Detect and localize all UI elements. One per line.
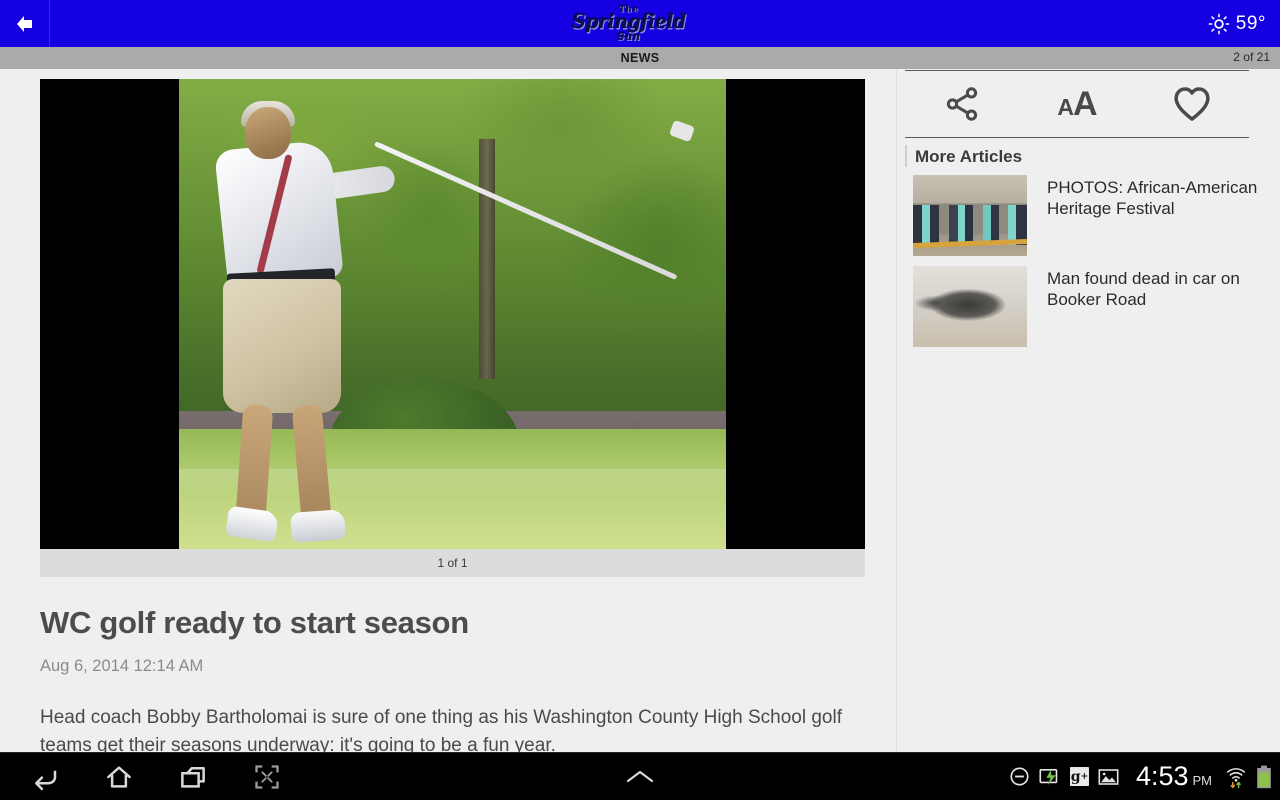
- sun-icon: [1208, 13, 1230, 34]
- favorite-button[interactable]: [1157, 79, 1227, 129]
- gplus-plus: +: [1080, 771, 1089, 782]
- heart-icon: [1174, 87, 1210, 121]
- nav-home-button[interactable]: [102, 760, 136, 794]
- photo-counter-label: 1 of 1: [437, 556, 468, 570]
- share-button[interactable]: [927, 79, 997, 129]
- text-size-icon: AA: [1057, 85, 1098, 123]
- clock: 4:53 PM: [1136, 761, 1212, 792]
- android-navbar: g + 4:53 PM: [0, 752, 1280, 800]
- home-icon: [107, 765, 131, 788]
- article-headline: WC golf ready to start season: [40, 605, 469, 640]
- nav-back-button[interactable]: [28, 760, 62, 794]
- chevron-up-icon: [626, 770, 654, 782]
- text-size-small-a: A: [1057, 94, 1074, 120]
- photo-image: [179, 79, 726, 549]
- text-size-big-a: A: [1073, 85, 1098, 123]
- header-back-button[interactable]: [0, 0, 50, 47]
- content-area: 1 of 1 WC golf ready to start season Aug…: [0, 69, 1280, 756]
- list-item[interactable]: Man found dead in car on Booker Road: [913, 266, 1263, 347]
- wifi-icon: [1225, 765, 1247, 789]
- nav-screenshot-button[interactable]: [250, 760, 284, 794]
- do-not-disturb-icon: [1009, 766, 1030, 787]
- temperature-label: 59°: [1235, 12, 1266, 34]
- sidebar: AA More Articles PHOTOS: African-America…: [896, 69, 1280, 752]
- list-item-title: PHOTOS: African-American Heritage Festiv…: [1047, 178, 1258, 218]
- more-articles-rule: [905, 145, 907, 167]
- pothole-road-thumbnail: [913, 266, 1027, 347]
- app-root: The Springfield Sun 59° NEWS 2 of 21 1 o…: [0, 0, 1280, 800]
- brand-sun: Sun: [617, 31, 641, 43]
- back-arrow-icon: [16, 15, 32, 32]
- google-plus-icon: g +: [1069, 767, 1089, 786]
- more-articles-heading: More Articles: [915, 147, 1023, 166]
- article-photo[interactable]: [40, 79, 865, 549]
- text-size-button[interactable]: AA: [1042, 79, 1112, 129]
- brand-name: Springfield: [571, 10, 686, 34]
- section-bar: NEWS 2 of 21: [0, 47, 1280, 69]
- back-icon: [35, 770, 57, 790]
- app-header: The Springfield Sun 59°: [0, 0, 1280, 47]
- list-item-title: Man found dead in car on Booker Road: [1047, 269, 1240, 309]
- gplus-letter: g: [1070, 768, 1081, 785]
- photo-counter-bar: 1 of 1: [40, 549, 865, 577]
- article-column: 1 of 1 WC golf ready to start season Aug…: [40, 79, 865, 760]
- recent-apps-icon: [181, 766, 205, 788]
- nav-expand-button[interactable]: [623, 766, 657, 788]
- image-icon: [1098, 768, 1119, 786]
- nav-recent-apps-button[interactable]: [176, 760, 210, 794]
- battery-icon: [1256, 765, 1272, 789]
- article-counter: 2 of 21: [1233, 50, 1270, 64]
- clock-time: 4:53: [1135, 761, 1189, 791]
- section-title: NEWS: [620, 51, 660, 65]
- screenshot-icon: [255, 764, 279, 789]
- share-icon: [947, 87, 978, 121]
- more-articles-list: PHOTOS: African-American Heritage Festiv…: [913, 175, 1263, 357]
- clock-ampm: PM: [1192, 773, 1213, 788]
- article-tools: AA: [905, 70, 1249, 138]
- cast-screen-icon: [1039, 768, 1061, 786]
- list-item[interactable]: PHOTOS: African-American Heritage Festiv…: [913, 175, 1263, 256]
- weather-widget[interactable]: 59°: [1208, 13, 1280, 35]
- article-byline: Aug 6, 2014 12:14 AM: [40, 657, 204, 675]
- brand-logo[interactable]: The Springfield Sun: [50, 0, 1208, 47]
- navbar-buttons: [0, 760, 284, 794]
- status-tray[interactable]: g + 4:53 PM: [1009, 761, 1272, 792]
- festival-parade-thumbnail: [913, 175, 1027, 256]
